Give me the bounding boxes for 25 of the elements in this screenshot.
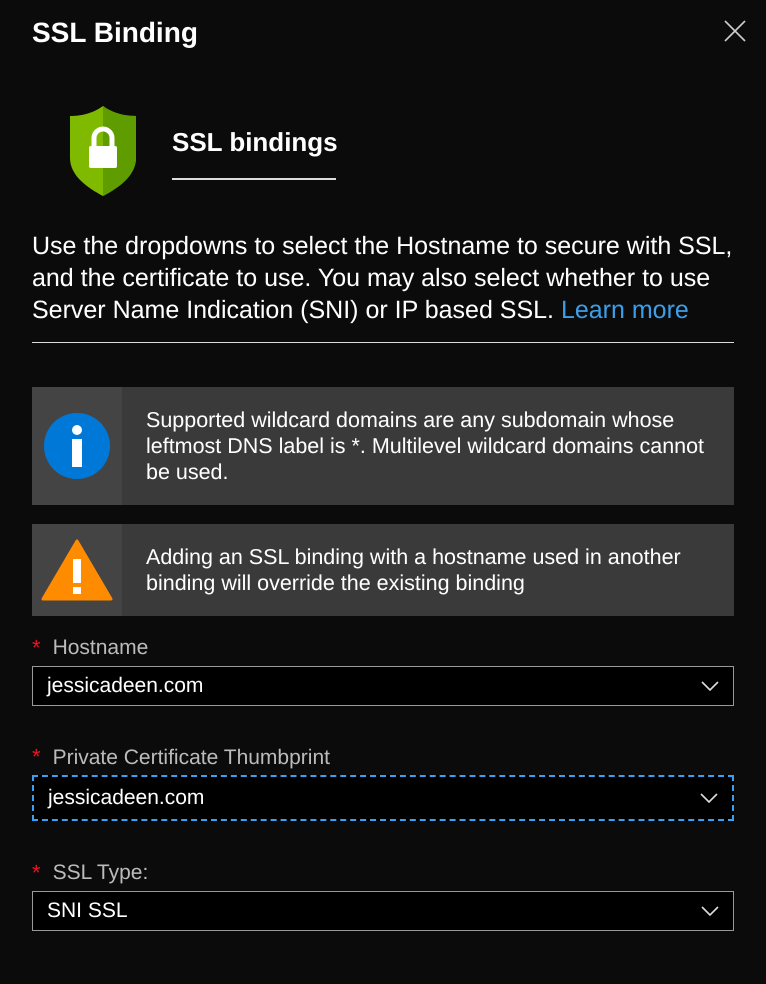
- field-value: jessicadeen.com: [48, 785, 204, 812]
- notice-text: Supported wildcard domains are any subdomain whose leftmost DNS label is *. Multilevel wildcard domains cannot be used.: [145, 407, 706, 486]
- required-marker: *: [32, 862, 41, 884]
- learn-more-link[interactable]: Learn more: [560, 296, 689, 324]
- chevron-down-icon: [700, 793, 718, 803]
- warning-icon: [41, 539, 113, 601]
- notice-text: Adding an SSL binding with a hostname used in another binding will override the existing binding: [145, 544, 682, 597]
- chevron-down-icon: [701, 906, 719, 916]
- field-label: Hostname: [52, 635, 148, 661]
- dropdown-field[interactable]: SNI SSL: [32, 890, 734, 930]
- window-title: SSL Binding: [32, 16, 198, 50]
- info-icon: [44, 413, 110, 479]
- field-label: Private Certificate Thumbprint: [52, 744, 330, 770]
- dropdown-field[interactable]: jessicadeen.com: [32, 666, 734, 706]
- close-icon[interactable]: [724, 20, 746, 42]
- required-marker: *: [32, 746, 41, 768]
- section-heading: SSL bindings: [172, 126, 336, 158]
- dropdown-field[interactable]: jessicadeen.com: [32, 775, 734, 821]
- description-text: Use the dropdowns to select the Hostname to secure with SSL, and the certificate to use. You may also select whether to use Server Name Indication (SNI) or IP based SSL. Learn more: [32, 231, 734, 326]
- field-value: jessicadeen.com: [47, 672, 204, 699]
- shield-lock-icon: [70, 106, 136, 196]
- required-marker: *: [32, 636, 41, 659]
- field-value: SNI SSL: [47, 898, 128, 924]
- chevron-down-icon: [701, 680, 719, 690]
- field-label: SSL Type:: [52, 860, 148, 886]
